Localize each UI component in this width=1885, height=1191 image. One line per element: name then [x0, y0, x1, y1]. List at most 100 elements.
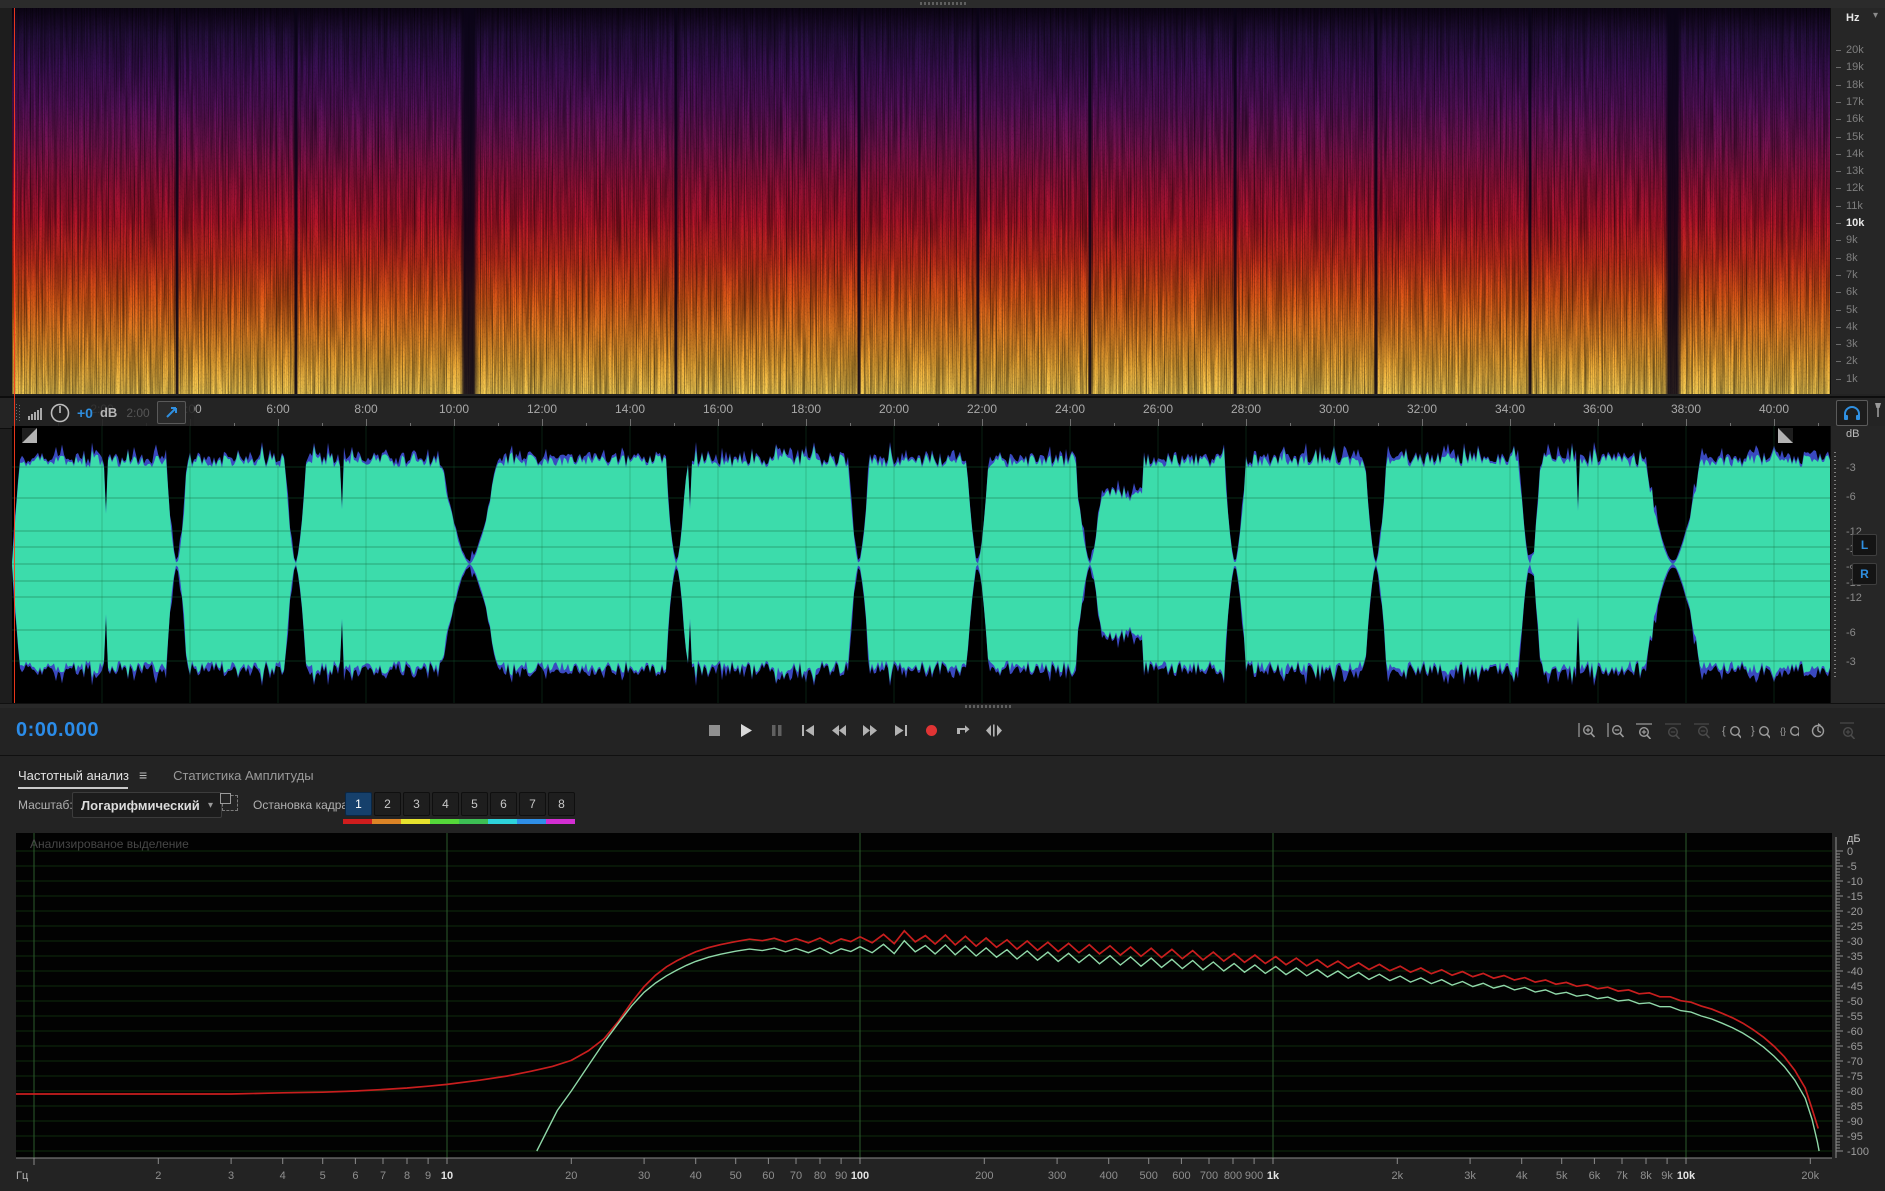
gain-knob-icon[interactable] [50, 403, 70, 423]
hold-color-bar [372, 819, 401, 824]
db-scale-label: -3 [1846, 462, 1856, 474]
panel-dropdown-icon[interactable]: ▾ [1873, 10, 1878, 21]
svg-text:8: 8 [404, 1170, 410, 1182]
svg-text:-55: -55 [1847, 1011, 1863, 1023]
restore-zoom-button[interactable] [1808, 714, 1828, 746]
zoom-out-amplitude-button[interactable] [1605, 714, 1625, 746]
skip-mode-button[interactable] [983, 714, 1005, 746]
record-button[interactable] [921, 714, 943, 746]
hold-button-4[interactable]: 4 [432, 792, 459, 816]
clip-gain-toolbar[interactable]: +0 dB 2:00 [12, 399, 194, 426]
track-gap [975, 8, 980, 394]
svg-text:2: 2 [155, 1170, 161, 1182]
tick-mark [1836, 378, 1841, 380]
headphones-icon [1844, 405, 1860, 420]
spectral-freq-tick: 11k [1846, 199, 1863, 212]
spectral-freq-tick: 14k [1846, 147, 1864, 160]
tick-mark [1836, 119, 1841, 121]
svg-text:400: 400 [1100, 1170, 1118, 1182]
timeline-label: 36:00 [1582, 402, 1614, 416]
waveform-db-scale: dB -3-6-12-18-∞-18-12-6-3 L R [1830, 426, 1885, 703]
zoom-full-button[interactable] [1837, 714, 1857, 746]
spectral-freq-tick: 15k [1846, 130, 1864, 143]
tick-mark [1836, 326, 1841, 328]
spectral-unit-label: Hz [1846, 12, 1860, 24]
stop-button[interactable] [704, 714, 726, 746]
spectral-freq-tick: 4k [1846, 320, 1858, 333]
svg-text:8k: 8k [1640, 1170, 1652, 1182]
gain-value[interactable]: +0 [77, 405, 93, 421]
spectrogram-display[interactable] [12, 8, 1830, 394]
svg-text:100: 100 [851, 1170, 869, 1182]
scale-dropdown[interactable]: Логарифмический ▾ [72, 792, 222, 818]
tick-mark [1836, 84, 1841, 86]
hold-button-7[interactable]: 7 [519, 792, 546, 816]
tick-mark [1836, 50, 1841, 51]
svg-text:600: 600 [1172, 1170, 1190, 1182]
zoom-out-time-icon [1664, 722, 1681, 739]
svg-text:дБ: дБ [1847, 833, 1861, 845]
svg-text:0: 0 [1847, 846, 1853, 858]
zoom-in-point-button[interactable]: { [1721, 714, 1741, 746]
waveform-display[interactable] [12, 426, 1830, 703]
panel-menu-icon[interactable]: ≡ [139, 767, 147, 783]
copy-data-icon[interactable] [220, 793, 238, 811]
db-scale-label: -12 [1846, 592, 1862, 604]
playhead[interactable] [14, 8, 15, 703]
zoom-reset-button[interactable] [1692, 714, 1712, 746]
time-display[interactable]: 0:00.000 [16, 719, 99, 742]
svg-text:700: 700 [1200, 1170, 1218, 1182]
play-button[interactable] [735, 714, 757, 746]
timeline-label: 14:00 [614, 402, 646, 416]
hold-button-6[interactable]: 6 [490, 792, 517, 816]
loop-button[interactable] [952, 714, 974, 746]
hold-button-3[interactable]: 3 [403, 792, 430, 816]
tick-mark [1836, 309, 1841, 311]
marker-pin-icon[interactable] [1872, 402, 1884, 420]
hold-button-2[interactable]: 2 [374, 792, 401, 816]
tick-mark [1836, 205, 1841, 207]
svg-text:7k: 7k [1616, 1170, 1628, 1182]
scale-dropdown-value: Логарифмический [81, 797, 200, 813]
svg-text:-30: -30 [1847, 936, 1863, 948]
zoom-in-amplitude-button[interactable] [1576, 714, 1596, 746]
left-channel-button[interactable]: L [1852, 534, 1877, 556]
monitor-button[interactable] [1836, 400, 1868, 426]
hold-button-1[interactable]: 1 [345, 792, 372, 816]
snap-pin-button[interactable] [156, 401, 186, 424]
track-gap [674, 8, 679, 394]
skip-mode-icon [986, 724, 1002, 736]
track-gap [1373, 8, 1378, 394]
skip-back-button[interactable] [797, 714, 819, 746]
pause-button[interactable] [766, 714, 788, 746]
hold-button-8[interactable]: 8 [548, 792, 575, 816]
fade-out-handle[interactable] [1778, 428, 1793, 443]
zoom-out-point-button[interactable]: } [1750, 714, 1770, 746]
scale-label: Масштаб: [18, 798, 73, 812]
toolbar-grip-icon[interactable] [16, 403, 21, 422]
track-gap [856, 8, 861, 394]
timeline-ruler[interactable]: 2:004:006:008:0010:0012:0014:0016:0018:0… [0, 396, 1885, 429]
fast-forward-button[interactable] [859, 714, 881, 746]
skip-forward-button[interactable] [890, 714, 912, 746]
zoom-selection-button[interactable]: {} [1779, 714, 1799, 746]
waveform-unit-label: dB [1846, 428, 1860, 440]
restore-zoom-icon [1811, 722, 1824, 737]
fade-in-handle[interactable] [22, 428, 37, 443]
svg-text:{}: {} [1780, 726, 1786, 736]
zoom-in-time-button[interactable] [1634, 714, 1654, 746]
svg-text:10: 10 [441, 1170, 453, 1182]
zoom-out-time-button[interactable] [1663, 714, 1683, 746]
hold-button-5[interactable]: 5 [461, 792, 488, 816]
tab-amplitude-statistics[interactable]: Статистика Амплитуды [173, 760, 313, 791]
db-scale-ticks [1834, 452, 1836, 678]
svg-text:-65: -65 [1847, 1041, 1863, 1053]
rewind-icon [832, 724, 846, 736]
audio-editor-window: Hz ▾ 20k 19k 18k 17k 16k 15k 14k 13k 12k 11k 10k 9k… [0, 0, 1885, 1191]
gain-unit-label: dB [99, 405, 118, 420]
right-channel-button[interactable]: R [1852, 563, 1877, 585]
rewind-button[interactable] [828, 714, 850, 746]
tab-frequency-analysis[interactable]: Частотный анализ [18, 760, 129, 791]
drag-grip-icon[interactable] [920, 2, 966, 5]
tick-mark [1836, 257, 1841, 259]
